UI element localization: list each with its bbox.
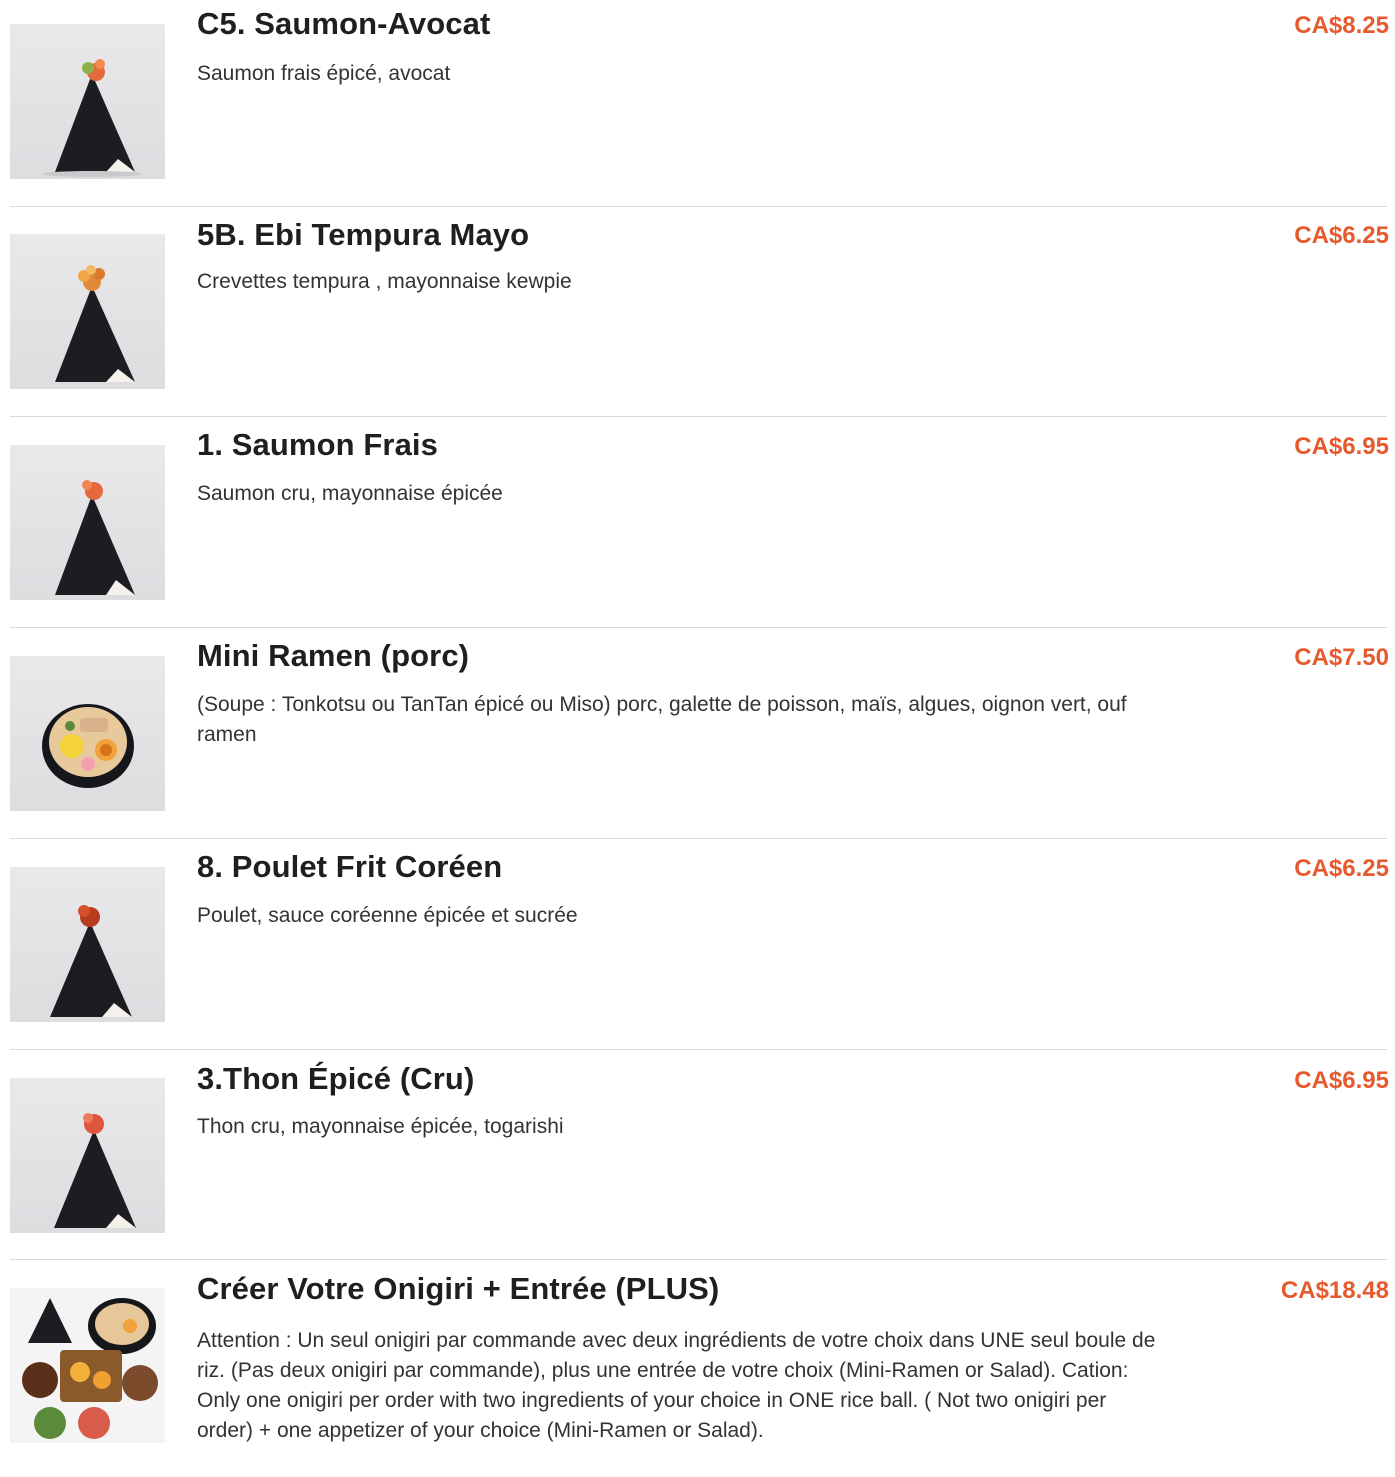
menu-item[interactable]: 5B. Ebi Tempura Mayo Crevettes tempura ,… [0, 207, 1395, 416]
onigiri-salmon-avocado-image [10, 24, 165, 179]
onigiri-salmon-image [10, 445, 165, 600]
item-price: CA$6.95 [1294, 433, 1389, 460]
item-title[interactable]: 1. Saumon Frais [197, 427, 438, 463]
item-title[interactable]: C5. Saumon-Avocat [197, 6, 490, 42]
item-description: Attention : Un seul onigiri par commande… [197, 1329, 1156, 1442]
item-price: CA$18.48 [1280, 1277, 1389, 1304]
item-description: Saumon cru, mayonnaise épicée [197, 482, 503, 505]
item-description: Crevettes tempura , mayonnaise kewpie [197, 270, 572, 293]
item-price: CA$6.25 [1294, 855, 1389, 882]
menu-item[interactable]: 8. Poulet Frit Coréen Poulet, sauce coré… [0, 839, 1395, 1049]
menu-item[interactable]: C5. Saumon-Avocat Saumon frais épicé, av… [0, 0, 1395, 206]
item-price: CA$7.50 [1294, 644, 1389, 671]
item-price: CA$8.25 [1294, 12, 1389, 39]
item-title[interactable]: 8. Poulet Frit Coréen [197, 849, 502, 885]
ramen-bowl-image [10, 656, 165, 811]
item-price: CA$6.25 [1294, 222, 1389, 249]
item-title[interactable]: 5B. Ebi Tempura Mayo [197, 217, 529, 253]
item-title[interactable]: Créer Votre Onigiri + Entrée (PLUS) [197, 1271, 719, 1307]
item-description: Poulet, sauce coréenne épicée et sucrée [197, 904, 578, 927]
combo-platter-image [10, 1288, 165, 1443]
item-description: Saumon frais épicé, avocat [197, 62, 451, 85]
menu-item[interactable]: Mini Ramen (porc) (Soupe : Tonkotsu ou T… [0, 628, 1395, 838]
item-price: CA$6.95 [1294, 1067, 1389, 1094]
item-title[interactable]: 3.Thon Épicé (Cru) [197, 1061, 474, 1097]
menu-item[interactable]: Créer Votre Onigiri + Entrée (PLUS) Atte… [0, 1260, 1395, 1477]
onigiri-tempura-image [10, 234, 165, 389]
item-description: Thon cru, mayonnaise épicée, togarishi [197, 1115, 564, 1138]
item-description: (Soupe : Tonkotsu ou TanTan épicé ou Mis… [197, 693, 1127, 746]
item-title[interactable]: Mini Ramen (porc) [197, 638, 469, 674]
menu-item[interactable]: 1. Saumon Frais Saumon cru, mayonnaise é… [0, 417, 1395, 627]
menu-item[interactable]: 3.Thon Épicé (Cru) Thon cru, mayonnaise … [0, 1050, 1395, 1260]
onigiri-chicken-image [10, 867, 165, 1022]
onigiri-tuna-image [10, 1078, 165, 1233]
